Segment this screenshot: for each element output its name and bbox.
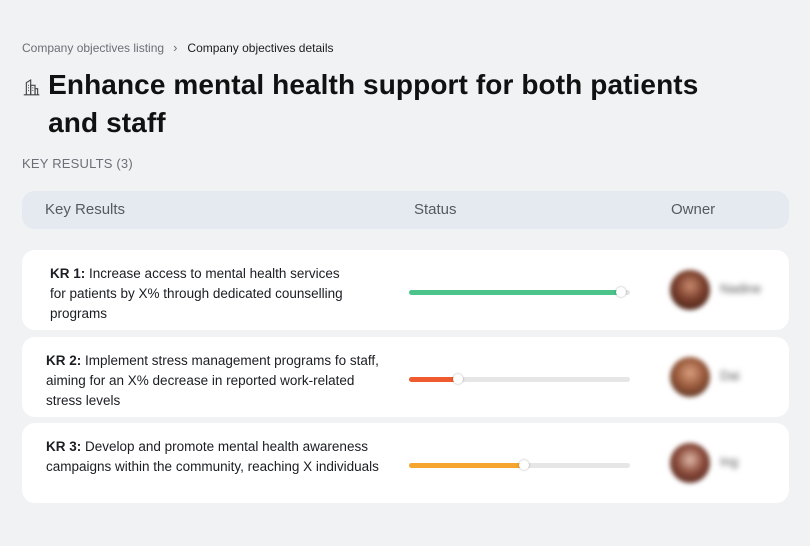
key-result-description: KR 1: Increase access to mental health s…: [50, 264, 350, 324]
key-result-id: KR 2:: [46, 353, 82, 368]
page-header: Enhance mental health support for both p…: [22, 66, 722, 142]
key-result-text: Develop and promote mental health awaren…: [46, 439, 379, 474]
section-label: KEY RESULTS (3): [22, 156, 133, 171]
chevron-right-icon: ›: [173, 40, 178, 55]
progress-fill: [409, 463, 524, 468]
building-icon: [23, 79, 40, 96]
owner-name: Dai: [720, 368, 740, 383]
owner-name: Nadine: [720, 281, 762, 296]
key-result-row[interactable]: KR 1: Increase access to mental health s…: [22, 250, 789, 330]
key-result-id: KR 3:: [46, 439, 82, 454]
key-result-description: KR 3: Develop and promote mental health …: [46, 437, 386, 477]
breadcrumb-current: Company objectives details: [187, 40, 334, 55]
page-title: Enhance mental health support for both p…: [48, 69, 699, 138]
progress-handle: [452, 374, 463, 384]
key-result-row[interactable]: KR 3: Develop and promote mental health …: [22, 423, 789, 503]
progress-handle: [518, 460, 529, 470]
breadcrumb: Company objectives listing › Company obj…: [22, 40, 334, 55]
key-result-id: KR 1:: [50, 266, 86, 281]
avatar: [670, 443, 710, 483]
column-header-key-results: Key Results: [45, 201, 126, 218]
progress-bar: [409, 287, 630, 297]
breadcrumb-parent-link[interactable]: Company objectives listing: [22, 41, 164, 55]
column-header-status: Status: [414, 201, 457, 218]
progress-bar: [409, 374, 630, 384]
owner-name: Ing: [720, 454, 739, 469]
progress-fill: [409, 290, 622, 295]
key-result-text: Implement stress management programs fo …: [46, 353, 379, 408]
progress-bar: [409, 460, 630, 470]
progress-fill: [409, 377, 458, 382]
key-result-text: Increase access to mental health service…: [50, 266, 343, 321]
avatar: [670, 270, 710, 310]
progress-handle: [616, 287, 627, 297]
avatar: [670, 357, 710, 397]
key-result-row[interactable]: KR 2: Implement stress management progra…: [22, 337, 789, 417]
column-header-owner: Owner: [671, 201, 716, 218]
table-header: Key Results Status Owner: [22, 191, 789, 229]
key-result-description: KR 2: Implement stress management progra…: [46, 351, 386, 411]
